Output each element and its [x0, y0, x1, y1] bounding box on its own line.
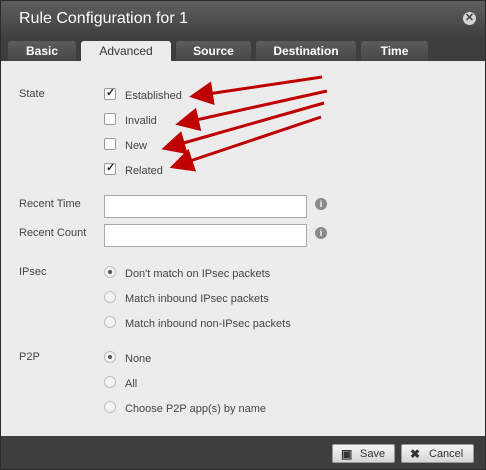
annotation-arrow: [175, 89, 328, 132]
annotation-arrows: [161, 75, 328, 172]
annotation-arrow: [189, 75, 323, 106]
rule-config-dialog: Rule Configuration for 1 ✕ Basic Advance…: [0, 0, 486, 470]
